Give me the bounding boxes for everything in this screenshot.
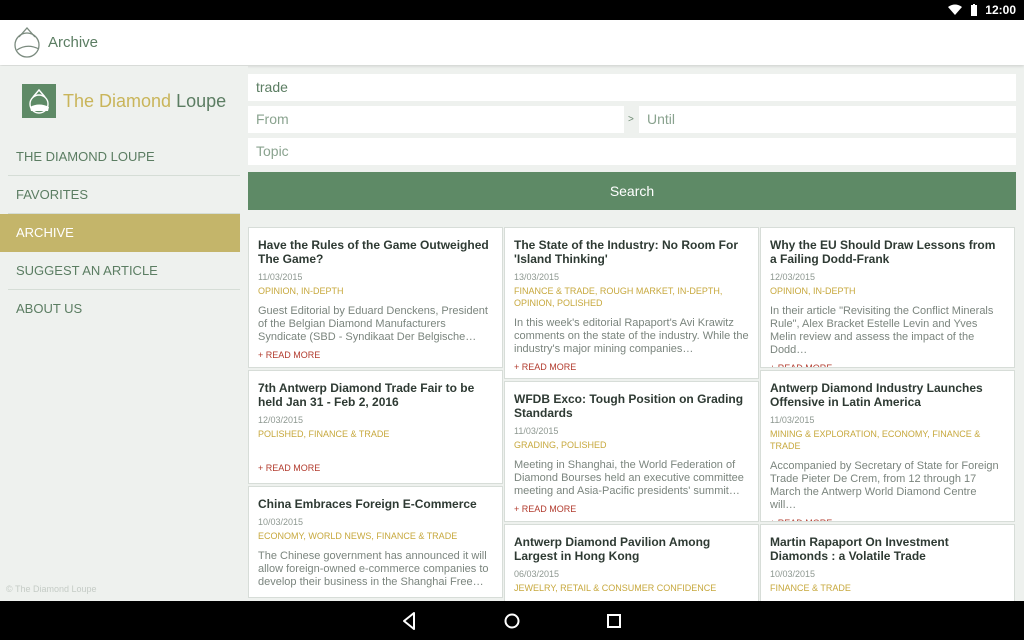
article-card[interactable]: Antwerp Diamond Industry Launches Offens… <box>760 370 1015 522</box>
results-column-2: The State of the Industry: No Room For '… <box>504 227 759 606</box>
sidebar-item-the-diamond-loupe[interactable]: THE DIAMOND LOUPE <box>8 138 240 176</box>
article-card[interactable]: Antwerp Diamond Pavilion Among Largest i… <box>504 524 759 604</box>
article-tags: JEWELRY, RETAIL & CONSUMER CONFIDENCE <box>514 583 717 593</box>
article-title[interactable]: Martin Rapaport On Investment Diamonds :… <box>770 535 1005 563</box>
copyright: © The Diamond Loupe <box>6 584 97 594</box>
article-tags: MINING & EXPLORATION, ECONOMY, FINANCE &… <box>770 429 981 451</box>
read-more-link[interactable]: + READ MORE <box>770 363 1005 367</box>
article-tags: OPINION, IN-DEPTH <box>770 286 856 296</box>
read-more-link[interactable]: + READ MORE <box>258 463 493 473</box>
article-excerpt: Accompanied by Secretary of State for Fo… <box>770 460 999 511</box>
sidebar-item-about-us[interactable]: ABOUT US <box>8 290 240 328</box>
article-date: 11/03/2015 <box>514 426 559 436</box>
article-card[interactable]: Have the Rules of the Game Outweighed Th… <box>248 227 503 368</box>
back-icon[interactable] <box>398 610 420 632</box>
article-date: 12/03/2015 <box>258 415 304 425</box>
recents-icon[interactable] <box>603 610 625 632</box>
system-navigation-bar <box>0 601 1024 640</box>
home-icon[interactable] <box>501 610 523 632</box>
diamond-logo-icon[interactable] <box>10 25 44 59</box>
battery-icon <box>971 4 977 16</box>
article-card[interactable]: China Embraces Foreign E-Commerce 10/03/… <box>248 486 503 598</box>
clock: 12:00 <box>985 3 1016 17</box>
article-date: 11/03/2015 <box>770 415 815 425</box>
page-title: Archive <box>48 34 99 51</box>
article-title[interactable]: Why the EU Should Draw Lessons from a Fa… <box>770 238 1005 266</box>
article-excerpt: The Chinese government has announced it … <box>258 550 489 588</box>
read-more-link[interactable]: + READ MORE <box>514 504 749 514</box>
article-card[interactable]: Martin Rapaport On Investment Diamonds :… <box>760 524 1015 604</box>
article-tags: ECONOMY, WORLD NEWS, FINANCE & TRADE <box>258 531 458 541</box>
article-date: 06/03/2015 <box>514 569 560 579</box>
search-button[interactable]: Search <box>248 172 1016 210</box>
brand-name: The Diamond Loupe <box>63 91 227 111</box>
article-title[interactable]: WFDB Exco: Tough Position on Grading Sta… <box>514 392 749 420</box>
article-tags: GRADING, POLISHED <box>514 440 607 450</box>
read-more-link[interactable]: + READ MORE <box>258 350 493 360</box>
article-excerpt: Meeting in Shanghai, the World Federatio… <box>514 459 744 497</box>
article-tags: OPINION, IN-DEPTH <box>258 286 344 296</box>
sidebar-item-suggest-an-article[interactable]: SUGGEST AN ARTICLE <box>8 252 240 290</box>
article-title[interactable]: Have the Rules of the Game Outweighed Th… <box>258 238 493 266</box>
search-query-input[interactable]: trade <box>248 74 1016 101</box>
article-date: 10/03/2015 <box>258 517 304 527</box>
article-date: 11/03/2015 <box>258 272 303 282</box>
wifi-icon <box>948 4 962 15</box>
article-excerpt: Guest Editorial by Eduard Denckens, Pres… <box>258 305 488 343</box>
sidebar-item-archive[interactable]: ARCHIVE <box>0 214 240 252</box>
read-more-link[interactable]: + READ MORE <box>514 362 749 372</box>
app-bar: Archive <box>0 20 1024 65</box>
article-title[interactable]: China Embraces Foreign E-Commerce <box>258 497 493 511</box>
article-card[interactable]: WFDB Exco: Tough Position on Grading Sta… <box>504 381 759 522</box>
article-tags: FINANCE & TRADE <box>770 583 851 593</box>
topic-input[interactable]: Topic <box>248 138 1016 165</box>
date-range-separator: > <box>628 114 634 125</box>
results-column-3: Why the EU Should Draw Lessons from a Fa… <box>760 227 1015 606</box>
until-date-input[interactable]: Until <box>639 106 1016 133</box>
article-card[interactable]: Why the EU Should Draw Lessons from a Fa… <box>760 227 1015 368</box>
article-excerpt: In this week's editorial Rapaport's Avi … <box>514 317 749 355</box>
sidebar-nav: THE DIAMOND LOUPE FAVORITES ARCHIVE SUGG… <box>0 138 240 328</box>
article-title[interactable]: Antwerp Diamond Pavilion Among Largest i… <box>514 535 749 563</box>
sidebar: The Diamond Loupe THE DIAMOND LOUPE FAVO… <box>0 66 248 602</box>
from-date-input[interactable]: From <box>248 106 624 133</box>
sidebar-item-favorites[interactable]: FAVORITES <box>8 176 240 214</box>
article-title[interactable]: Antwerp Diamond Industry Launches Offens… <box>770 381 1005 409</box>
status-bar: 12:00 <box>0 0 1024 20</box>
article-card[interactable]: 7th Antwerp Diamond Trade Fair to be hel… <box>248 370 503 484</box>
article-date: 12/03/2015 <box>770 272 816 282</box>
article-date: 13/03/2015 <box>514 272 560 282</box>
article-tags: POLISHED, FINANCE & TRADE <box>258 429 390 439</box>
read-more-link[interactable]: + READ MORE <box>770 518 1005 521</box>
results-column-1: Have the Rules of the Game Outweighed Th… <box>248 227 503 600</box>
article-excerpt: In their article "Revisiting the Conflic… <box>770 305 994 356</box>
article-date: 10/03/2015 <box>770 569 816 579</box>
article-title[interactable]: 7th Antwerp Diamond Trade Fair to be hel… <box>258 381 493 409</box>
article-card[interactable]: The State of the Industry: No Room For '… <box>504 227 759 379</box>
article-tags: FINANCE & TRADE, ROUGH MARKET, IN-DEPTH,… <box>514 286 723 308</box>
brand-icon <box>22 84 56 118</box>
article-title[interactable]: The State of the Industry: No Room For '… <box>514 238 749 266</box>
